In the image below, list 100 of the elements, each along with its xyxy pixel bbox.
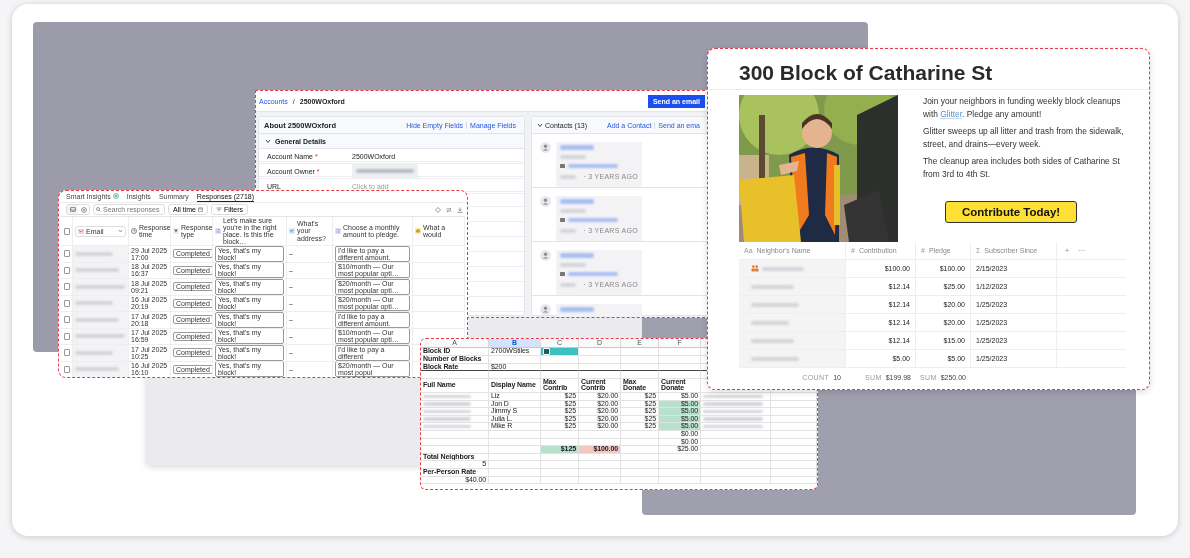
blurred-text — [568, 164, 618, 168]
empty-cell — [659, 468, 701, 477]
blurred-text — [751, 356, 799, 361]
empty-cell — [621, 468, 659, 477]
download-icon[interactable] — [457, 206, 463, 213]
mail-icon — [560, 272, 565, 276]
funnel-icon — [173, 228, 179, 234]
blurred-text — [703, 409, 763, 414]
empty-cell — [579, 476, 621, 485]
group-icon — [751, 265, 759, 272]
filter-icon — [215, 207, 222, 212]
empty-cell — [421, 438, 489, 447]
row-checkbox[interactable] — [64, 365, 70, 373]
row-checkbox[interactable] — [64, 349, 70, 357]
empty-cell — [771, 476, 817, 485]
row-checkbox[interactable] — [64, 250, 70, 258]
avatar-icon — [540, 250, 551, 261]
blurred-text — [751, 338, 794, 343]
blurred-text — [560, 199, 594, 204]
empty-cell — [701, 476, 771, 485]
blurred-text — [75, 317, 119, 322]
mail-icon — [560, 164, 565, 168]
swap-icon[interactable] — [446, 206, 452, 213]
empty-cell — [621, 453, 659, 462]
blurred-text — [423, 424, 471, 429]
blurred-text — [568, 218, 618, 222]
list-icon — [215, 228, 221, 234]
caret-icon — [118, 229, 123, 233]
empty-cell — [659, 453, 701, 462]
blurred-text — [751, 284, 794, 289]
hash-icon — [415, 228, 421, 234]
blurred-text — [751, 302, 799, 307]
move-icon[interactable] — [435, 206, 441, 213]
empty-cell — [701, 468, 771, 477]
empty-cell — [771, 438, 817, 447]
row-checkbox[interactable] — [64, 283, 70, 291]
empty-cell — [541, 453, 579, 462]
avatar-icon — [540, 196, 551, 207]
target-button[interactable] — [78, 205, 89, 214]
sparkle-icon — [112, 193, 119, 199]
list-icon — [335, 228, 341, 234]
empty-cell — [701, 438, 771, 447]
mail-icon — [560, 218, 565, 222]
paragraph: The cleanup area includes both sides of Catharine St from 3rd to 4th St. — [923, 155, 1121, 181]
row-checkbox[interactable] — [64, 266, 70, 274]
mail-icon — [78, 228, 84, 234]
select-all-checkbox[interactable] — [64, 227, 70, 235]
empty-cell — [579, 468, 621, 477]
blurred-text — [560, 307, 594, 312]
blurred-text — [75, 251, 113, 256]
empty-cell — [489, 430, 541, 439]
blurred-text — [560, 228, 577, 233]
empty-cell — [579, 430, 621, 439]
empty-cell — [489, 476, 541, 485]
empty-cell — [771, 453, 817, 462]
page-title: 300 Block of Catharine St — [708, 49, 1149, 90]
empty-cell — [659, 476, 701, 485]
inbox-button[interactable] — [67, 205, 78, 214]
blurred-text — [75, 334, 125, 339]
blurred-text — [75, 367, 119, 372]
empty-cell — [579, 453, 621, 462]
clock-icon — [131, 228, 137, 234]
blurred-text — [423, 409, 471, 414]
blurred-text — [703, 424, 763, 429]
blurred-text — [356, 169, 414, 173]
checkbox-cell[interactable] — [541, 348, 579, 356]
row-checkbox[interactable] — [64, 316, 70, 324]
empty-cell — [489, 453, 541, 462]
empty-cell — [771, 468, 817, 477]
inbox-icon — [69, 207, 76, 212]
blurred-text — [560, 174, 577, 179]
empty-cell — [541, 476, 579, 485]
blurred-text — [762, 266, 804, 271]
target-icon — [80, 206, 87, 213]
empty-cell — [489, 438, 541, 447]
row-checkbox[interactable] — [64, 332, 70, 340]
blurred-text — [75, 268, 119, 273]
empty-cell — [489, 468, 541, 477]
calendar-icon — [197, 207, 203, 212]
empty-cell — [621, 476, 659, 485]
contribute-button[interactable]: Contribute Today! — [945, 201, 1078, 223]
blurred-text — [75, 301, 113, 306]
search-icon — [96, 207, 101, 212]
paragraph: Join your neighbors in funding weekly block cleanups with Glitter. Pledge any amount! — [923, 95, 1122, 121]
text-lines-icon — [289, 228, 295, 234]
empty-cell — [701, 453, 771, 462]
blurred-text — [703, 394, 763, 398]
empty-cell — [771, 430, 817, 439]
blurred-text — [560, 145, 594, 150]
blurred-text — [568, 272, 618, 276]
empty-cell — [541, 363, 579, 372]
checkbox[interactable] — [543, 348, 550, 355]
blurred-text — [560, 253, 594, 258]
empty-cell — [621, 430, 659, 439]
empty-cell — [579, 363, 621, 372]
empty-cell — [621, 363, 659, 372]
avatar-icon — [540, 142, 551, 153]
row-checkbox[interactable] — [64, 299, 70, 307]
paragraph: Glitter sweeps up all litter and trash from the sidewalk, street, and drains—every week. — [923, 125, 1125, 151]
blurred-text — [75, 350, 113, 355]
